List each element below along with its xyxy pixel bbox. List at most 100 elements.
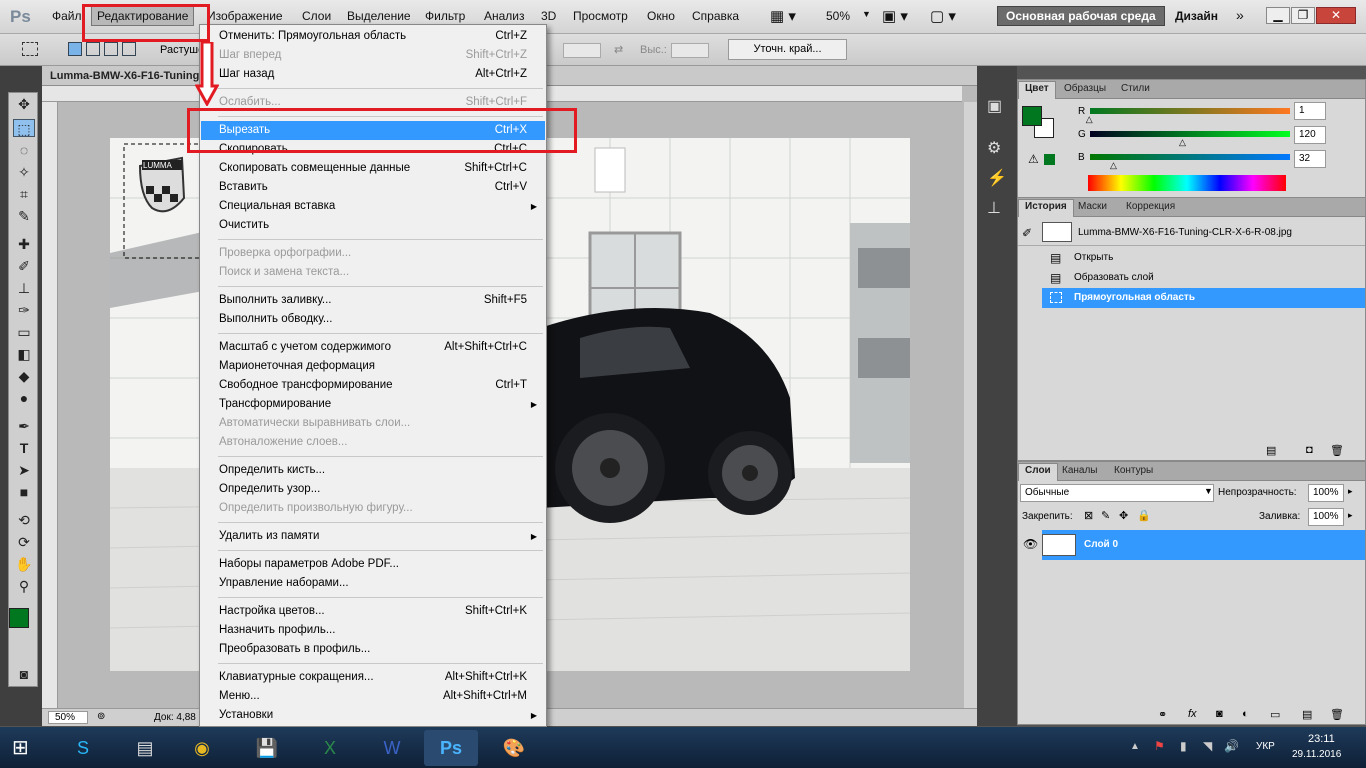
- menu-window[interactable]: Окно: [647, 9, 675, 23]
- layer-row[interactable]: Слой 0: [1042, 530, 1365, 560]
- tray-arrow-icon[interactable]: ▲: [1130, 741, 1140, 752]
- navigator-icon[interactable]: ▣: [987, 96, 1002, 116]
- menu-item[interactable]: Марионеточная деформация: [201, 357, 545, 376]
- menu-view[interactable]: Просмотр: [573, 9, 628, 23]
- status-zoom[interactable]: 50%: [48, 711, 88, 724]
- close-button[interactable]: ✕: [1316, 7, 1356, 24]
- tab-paths[interactable]: Контуры: [1108, 464, 1159, 481]
- menu-item[interactable]: Очистить: [201, 216, 545, 235]
- opacity-arrow-icon[interactable]: ▸: [1348, 486, 1353, 497]
- more-workspaces-icon[interactable]: »: [1236, 7, 1244, 23]
- history-brush-icon[interactable]: ✑: [13, 301, 35, 319]
- photoshop-taskbar-icon[interactable]: Ps: [424, 730, 478, 766]
- tab-channels[interactable]: Каналы: [1056, 464, 1104, 481]
- magic-wand-icon[interactable]: ✧: [13, 163, 35, 181]
- menu-item[interactable]: Клавиатурные сокращения... Alt+Shift+Ctrl…: [201, 668, 545, 687]
- restore-button[interactable]: ❐: [1291, 7, 1315, 24]
- menu-item[interactable]: Преобразовать в профиль...: [201, 640, 545, 659]
- width-field[interactable]: [563, 43, 601, 58]
- new-selection-icon[interactable]: [68, 42, 82, 56]
- menu-image[interactable]: Изображение: [207, 9, 283, 23]
- word-icon[interactable]: W: [365, 730, 419, 766]
- gamut-warning-icon[interactable]: ⚠: [1028, 152, 1039, 166]
- menu-item[interactable]: Управление наборами...: [201, 574, 545, 593]
- file-manager-icon[interactable]: ▤: [118, 730, 172, 766]
- trash-icon[interactable]: 🗑: [1330, 444, 1344, 457]
- pen-tool-icon[interactable]: ✒: [13, 417, 35, 435]
- swap-icon[interactable]: ⇄: [614, 43, 623, 56]
- eyedropper-icon[interactable]: ✎: [13, 207, 35, 225]
- camera-icon[interactable]: ◘: [1306, 444, 1313, 456]
- volume-icon[interactable]: 🔊: [1224, 739, 1239, 753]
- adjustment-layer-icon[interactable]: ◐: [1242, 708, 1249, 720]
- menu-analysis[interactable]: Анализ: [484, 9, 525, 23]
- design-workspace[interactable]: Дизайн: [1175, 9, 1218, 23]
- history-step[interactable]: ▤ Открыть: [1018, 248, 1365, 268]
- status-zoom-icon[interactable]: ⊚: [97, 711, 105, 722]
- minimize-button[interactable]: ▁: [1266, 7, 1290, 24]
- menu-item[interactable]: Свободное трансформирование Ctrl+T: [201, 376, 545, 395]
- layer-style-icon[interactable]: fx: [1188, 708, 1197, 720]
- blur-tool-icon[interactable]: ◆: [13, 367, 35, 385]
- foreground-color-swatch[interactable]: [9, 608, 29, 628]
- menu-item[interactable]: Масштаб с учетом содержимого Alt+Shift+Ct…: [201, 338, 545, 357]
- r-value[interactable]: 1: [1294, 102, 1326, 120]
- battery-icon[interactable]: ▮: [1180, 739, 1187, 753]
- screen-mode-icon[interactable]: ▦ ▾: [770, 7, 796, 25]
- healing-brush-icon[interactable]: ✚: [13, 235, 35, 253]
- menu-item[interactable]: Настройка цветов... Shift+Ctrl+K: [201, 602, 545, 621]
- add-selection-icon[interactable]: [86, 42, 100, 56]
- b-value[interactable]: 32: [1294, 150, 1326, 168]
- menu-item[interactable]: Выполнить обводку...: [201, 310, 545, 329]
- color-foreground-swatch[interactable]: [1022, 106, 1042, 126]
- brush-tool-icon[interactable]: ✐: [13, 257, 35, 275]
- fill-arrow-icon[interactable]: ▸: [1348, 510, 1353, 521]
- tab-styles[interactable]: Стили: [1115, 82, 1156, 99]
- b-slider[interactable]: [1090, 154, 1290, 160]
- shape-tool-icon[interactable]: ■: [13, 483, 35, 501]
- extras-icon[interactable]: ▢ ▾: [930, 7, 956, 25]
- menu-item[interactable]: Меню... Alt+Shift+Ctrl+M: [201, 687, 545, 706]
- windows-start-icon[interactable]: ⊞: [12, 735, 29, 760]
- menu-item[interactable]: Установки ▶: [201, 706, 545, 725]
- quick-mask-icon[interactable]: ◙: [13, 665, 35, 683]
- menu-filter[interactable]: Фильтр: [425, 9, 465, 23]
- usb-icon[interactable]: ⚡: [987, 168, 1007, 188]
- excel-icon[interactable]: X: [303, 730, 357, 766]
- intersect-selection-icon[interactable]: [122, 42, 136, 56]
- menu-layer[interactable]: Слои: [302, 9, 331, 23]
- menu-item[interactable]: Специальная вставка ▶: [201, 197, 545, 216]
- refine-edge-button[interactable]: Уточн. край...: [728, 39, 847, 60]
- menu-item[interactable]: Выполнить заливку... Shift+F5: [201, 291, 545, 310]
- history-step-active[interactable]: Прямоугольная область: [1042, 288, 1365, 308]
- menu-help[interactable]: Справка: [692, 9, 739, 23]
- tab-swatches[interactable]: Образцы: [1058, 82, 1112, 99]
- eye-icon[interactable]: 👁: [1023, 537, 1038, 551]
- 3d-rotate-icon[interactable]: ⟲: [13, 511, 35, 529]
- brush-preset-icon[interactable]: ⚙: [987, 138, 1001, 158]
- tab-color[interactable]: Цвет: [1018, 81, 1056, 99]
- g-slider-knob[interactable]: △: [1179, 137, 1186, 148]
- menu-item[interactable]: Скопировать совмещенные данные Shift+Ctrl…: [201, 159, 545, 178]
- history-brush-source-icon[interactable]: ✐: [1022, 223, 1032, 243]
- tab-masks[interactable]: Маски: [1072, 200, 1113, 217]
- subtract-selection-icon[interactable]: [104, 42, 118, 56]
- menu-item[interactable]: Трансформирование ▶: [201, 395, 545, 414]
- eraser-icon[interactable]: ▭: [13, 323, 35, 341]
- chevron-down-icon[interactable]: ▼: [862, 9, 871, 19]
- menu-item[interactable]: Вставить Ctrl+V: [201, 178, 545, 197]
- marquee-preset-icon[interactable]: [22, 42, 38, 56]
- zoom-tool-icon[interactable]: ⚲: [13, 577, 35, 595]
- blend-mode-select[interactable]: Обычные: [1020, 484, 1214, 502]
- height-field[interactable]: [671, 43, 709, 58]
- layer-mask-icon[interactable]: ◙: [1216, 708, 1223, 720]
- tab-layers[interactable]: Слои: [1018, 463, 1058, 481]
- marquee-tool-icon[interactable]: ⬚: [13, 119, 35, 137]
- tab-adjustments[interactable]: Коррекция: [1120, 200, 1181, 217]
- type-tool-icon[interactable]: T: [13, 439, 35, 457]
- lock-all-icon[interactable]: 🔒: [1137, 509, 1151, 522]
- opacity-value[interactable]: 100%: [1308, 484, 1344, 502]
- lock-position-icon[interactable]: ✥: [1119, 509, 1128, 522]
- history-step[interactable]: ▤ Образовать слой: [1018, 268, 1365, 288]
- clock-time[interactable]: 23:11: [1308, 733, 1335, 745]
